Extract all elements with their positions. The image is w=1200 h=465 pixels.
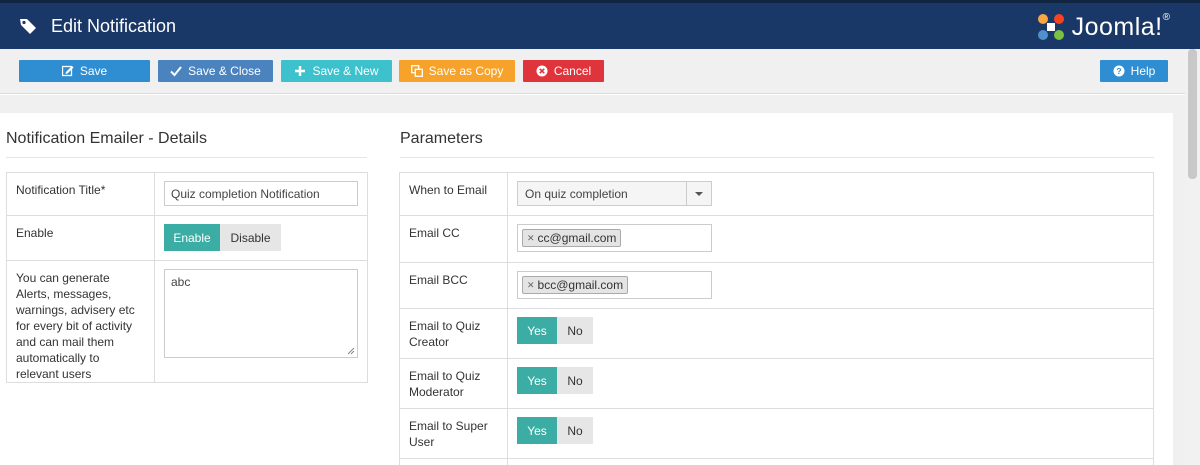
email-creator-toggle: Yes No xyxy=(517,317,1144,344)
email-bcc-chip-text: bcc@gmail.com xyxy=(537,278,624,292)
tag-icon xyxy=(20,19,36,34)
joomla-logo-text: Joomla! xyxy=(1071,13,1163,41)
select-toggle[interactable] xyxy=(686,182,711,205)
message-textarea[interactable]: abc xyxy=(164,269,358,358)
joomla-logo[interactable]: Joomla! ® xyxy=(1035,10,1170,44)
email-creator-row: Email to Quiz Creator Yes No xyxy=(399,308,1154,359)
save-new-button-label: Save & New xyxy=(312,64,379,78)
message-textarea-text: abc xyxy=(171,275,191,289)
email-cc-cell: ✕ cc@gmail.com xyxy=(507,215,1154,263)
registered-mark: ® xyxy=(1162,12,1170,23)
email-bcc-label: Email BCC xyxy=(399,262,508,309)
email-super-user-label: Email to Super User xyxy=(399,408,508,459)
save-new-button[interactable]: Save & New xyxy=(281,60,392,82)
cancel-icon xyxy=(536,65,548,77)
details-section-title: Notification Emailer - Details xyxy=(6,130,207,147)
when-to-email-value: On quiz completion xyxy=(525,186,628,201)
notification-title-label: Notification Title* xyxy=(6,172,155,216)
vertical-scrollbar[interactable] xyxy=(1185,49,1200,465)
page-header: Edit Notification Joomla! ® xyxy=(0,3,1200,49)
enable-label: Enable xyxy=(6,215,155,261)
email-creator-label: Email to Quiz Creator xyxy=(399,308,508,359)
next-row-label xyxy=(399,458,508,465)
email-cc-chip-text: cc@gmail.com xyxy=(537,231,617,245)
save-button-label: Save xyxy=(79,64,108,78)
email-super-user-no[interactable]: No xyxy=(557,417,593,444)
enable-cell: Enable Disable xyxy=(154,215,368,261)
enable-toggle: Enable Disable xyxy=(164,224,358,251)
email-super-user-yes[interactable]: Yes xyxy=(517,417,557,444)
save-close-button[interactable]: Save & Close xyxy=(158,60,273,82)
email-super-user-cell: Yes No xyxy=(507,408,1154,459)
email-bcc-cell: ✕ bcc@gmail.com xyxy=(507,262,1154,309)
email-creator-no[interactable]: No xyxy=(557,317,593,344)
details-table: Notification Title* Quiz completion Noti… xyxy=(6,172,368,383)
email-creator-yes[interactable]: Yes xyxy=(517,317,557,344)
save-as-copy-button-label: Save as Copy xyxy=(428,64,504,78)
parameters-table: When to Email On quiz completion Email C… xyxy=(399,172,1154,465)
email-moderator-toggle: Yes No xyxy=(517,367,1144,394)
help-button[interactable]: ? Help xyxy=(1100,60,1168,82)
email-bcc-row: Email BCC ✕ bcc@gmail.com xyxy=(399,262,1154,309)
email-super-user-toggle: Yes No xyxy=(517,417,1144,444)
cancel-button[interactable]: Cancel xyxy=(523,60,604,82)
notification-title-input[interactable]: Quiz completion Notification xyxy=(164,181,358,206)
enable-row: Enable Enable Disable xyxy=(6,215,368,261)
cancel-button-label: Cancel xyxy=(553,64,592,78)
save-as-copy-button[interactable]: Save as Copy xyxy=(399,60,515,82)
next-row-cell xyxy=(507,458,1154,465)
parameters-divider xyxy=(400,157,1154,158)
email-creator-cell: Yes No xyxy=(507,308,1154,359)
email-moderator-no[interactable]: No xyxy=(557,367,593,394)
help-button-label: Help xyxy=(1130,64,1156,78)
scrollbar-thumb[interactable] xyxy=(1188,49,1197,179)
svg-text:?: ? xyxy=(1116,66,1121,76)
notification-title-row: Notification Title* Quiz completion Noti… xyxy=(6,172,368,216)
message-row: You can generate Alerts, messages, warni… xyxy=(6,260,368,383)
email-moderator-label: Email to Quiz Moderator xyxy=(399,358,508,409)
save-close-button-label: Save & Close xyxy=(188,64,261,78)
joomla-logo-icon xyxy=(1037,14,1064,40)
when-to-email-label: When to Email xyxy=(399,172,508,216)
toolbar: Save Save & Close Save & New Save as Cop… xyxy=(0,49,1185,94)
save-button[interactable]: Save xyxy=(19,60,150,82)
when-to-email-row: When to Email On quiz completion xyxy=(399,172,1154,216)
email-moderator-yes[interactable]: Yes xyxy=(517,367,557,394)
email-moderator-cell: Yes No xyxy=(507,358,1154,409)
page-title: Edit Notification xyxy=(51,16,177,36)
copy-icon xyxy=(410,65,423,77)
details-divider xyxy=(6,157,367,158)
remove-chip-icon[interactable]: ✕ xyxy=(527,280,535,291)
email-bcc-chip: ✕ bcc@gmail.com xyxy=(522,276,629,294)
email-cc-input[interactable]: ✕ cc@gmail.com xyxy=(517,224,712,252)
notification-title-cell: Quiz completion Notification xyxy=(154,172,368,216)
when-to-email-cell: On quiz completion xyxy=(507,172,1154,216)
caret-down-icon xyxy=(695,191,703,196)
when-to-email-select[interactable]: On quiz completion xyxy=(517,181,712,206)
edit-icon xyxy=(61,65,74,77)
email-cc-row: Email CC ✕ cc@gmail.com xyxy=(399,215,1154,263)
parameters-section-title: Parameters xyxy=(400,130,483,147)
resize-grip-icon[interactable] xyxy=(347,347,355,355)
email-moderator-row: Email to Quiz Moderator Yes No xyxy=(399,358,1154,409)
email-super-user-row: Email to Super User Yes No xyxy=(399,408,1154,459)
enable-option[interactable]: Enable xyxy=(164,224,220,251)
remove-chip-icon[interactable]: ✕ xyxy=(527,233,535,244)
next-row xyxy=(399,458,1154,465)
email-cc-chip: ✕ cc@gmail.com xyxy=(522,229,622,247)
question-icon: ? xyxy=(1113,65,1125,77)
message-label: You can generate Alerts, messages, warni… xyxy=(6,260,155,383)
disable-option[interactable]: Disable xyxy=(220,224,281,251)
email-cc-label: Email CC xyxy=(399,215,508,263)
plus-icon xyxy=(295,66,306,76)
message-cell: abc xyxy=(154,260,368,383)
email-bcc-input[interactable]: ✕ bcc@gmail.com xyxy=(517,271,712,299)
check-icon xyxy=(170,66,182,77)
